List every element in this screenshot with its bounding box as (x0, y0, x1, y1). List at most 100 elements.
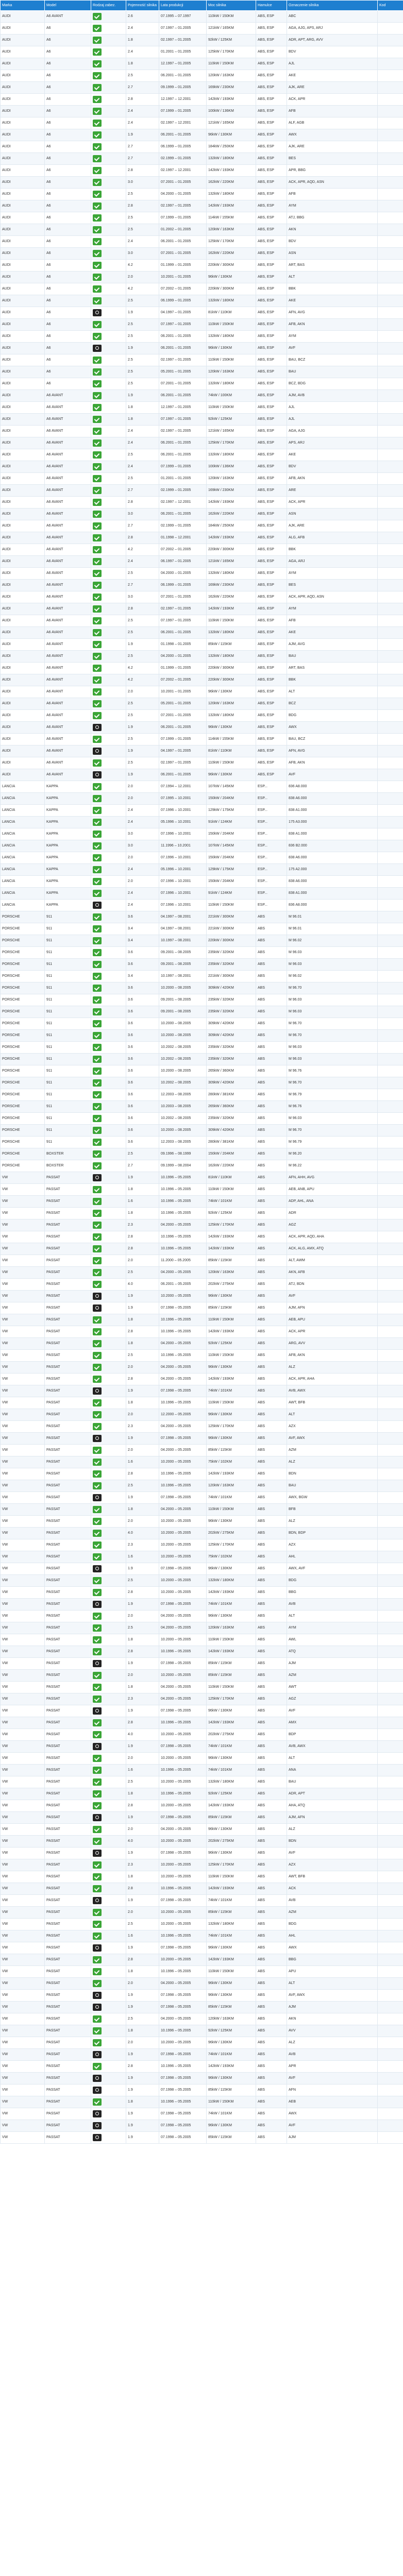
cell-model: PASSAT (44, 1918, 91, 1930)
cell-engine-text: 4.0 (128, 1531, 133, 1535)
cell-years-text: 10.1996 – 05.2005 (161, 1401, 191, 1404)
cell-brakes: ABS (256, 1444, 287, 1456)
cell-brand-text: VW (2, 1342, 8, 1345)
cell-code (377, 970, 403, 982)
cell-brakes: ABS (256, 1586, 287, 1599)
cell-engine-code-text: ACK, APR (289, 97, 306, 101)
check-icon (93, 1115, 102, 1122)
cell-engine-code-text: AFN, AVG (289, 749, 305, 753)
cell-brakes-text: ABS (258, 1697, 265, 1701)
cell-years-text: 07.1998 – 05.2005 (161, 1389, 191, 1393)
cell-brakes: ABS (256, 1207, 287, 1219)
cell-brand-text: VW (2, 2088, 8, 2092)
cell-model: PASSAT (44, 1361, 91, 1374)
cell-brand: VW (0, 1728, 45, 1741)
cell-model: 911 (44, 935, 91, 947)
cell-engine-code-text: AVB (289, 1899, 296, 1902)
cell-power: 91kW / 124KM (206, 887, 256, 900)
header-power[interactable]: Moc silnika (206, 0, 256, 11)
cell-protection (91, 2048, 126, 2061)
cell-years-text: 07.1998 – 05.2005 (161, 2076, 191, 2080)
cell-protection (91, 1385, 126, 1397)
cell-engine-code: AHA, ATQ (287, 1800, 378, 1812)
header-model[interactable]: Model (44, 0, 91, 11)
cell-power: 110kW / 150KM (206, 58, 256, 70)
cell-engine-text: 2.4 (128, 429, 133, 433)
cell-brand: PORSCHE (0, 1124, 45, 1137)
cell-engine: 3.6 (126, 946, 159, 959)
cell-years: 09.1999 – 08.2004 (159, 1160, 207, 1172)
cell-brand-text: VW (2, 2017, 8, 2021)
cell-years-text: 07.1998 – 05.2005 (161, 2136, 191, 2139)
check-icon (93, 155, 102, 162)
cell-engine-code: AFN (287, 2084, 378, 2096)
header-brakes[interactable]: Hamulce (256, 0, 287, 11)
check-icon (93, 937, 102, 944)
cell-model-text: PASSAT (46, 1247, 60, 1250)
cell-power: 121kW / 165KM (206, 117, 256, 129)
cell-power-text: 96kW / 130KM (208, 1993, 232, 1997)
cell-protection (91, 1942, 126, 1954)
cell-engine: 2.7 (126, 81, 159, 94)
header-protection[interactable]: Rodzaj zabez. (91, 0, 126, 11)
cell-brand-text: VW (2, 1958, 8, 1961)
cell-model-text: PASSAT (46, 2017, 60, 2021)
header-brand[interactable]: Marka (0, 0, 45, 11)
table-row: VW PASSAT 1.8 04.2000 – 05.2005 92kW / 125KM… (0, 1337, 403, 1350)
cell-brakes-text: ABS, ESP (258, 133, 274, 137)
cell-model: PASSAT (44, 1965, 91, 1978)
cell-power: 121kW / 165KM (206, 425, 256, 437)
check-icon (93, 949, 102, 956)
cell-years-text: 06.2001 – 01.2005 (161, 773, 191, 776)
cell-model: A6 (44, 141, 91, 153)
check-icon (93, 878, 102, 885)
cell-power: 85kW / 115KM (206, 2084, 256, 2096)
table-row: AUDI A6 2.4 07.1999 – 01.2005 100kW / 136KM A… (0, 105, 403, 117)
cell-engine-code: AVF, AWX (287, 1989, 378, 2002)
cell-engine-code-text: AHL (289, 1555, 296, 1558)
check-icon (93, 854, 102, 861)
cell-power-text: 132kW / 180KM (208, 1579, 234, 1582)
cell-engine-code: BDP (287, 1728, 378, 1741)
cell-years: 02.1997 – 01.2005 (159, 757, 207, 769)
cell-engine-code-text: BAU (289, 370, 296, 374)
cell-engine-code-text: BDV (289, 465, 296, 468)
cell-model-text: PASSAT (46, 1484, 60, 1487)
table-row: AUDI A6 2.0 10.2001 – 01.2005 96kW / 130KM AB… (0, 271, 403, 283)
cell-power-text: 110kW / 150KM (208, 62, 234, 65)
cell-brand: VW (0, 2084, 45, 2096)
cell-model-text: PASSAT (46, 1602, 60, 1606)
cell-brakes: ABS (256, 2060, 287, 2073)
check-icon (93, 1624, 102, 1632)
cell-engine-text: 2.0 (128, 1614, 133, 1618)
cell-brand: AUDI (0, 591, 45, 603)
cell-engine-code-text: AFB (289, 109, 296, 113)
cell-power: 202kW / 275KM (206, 1278, 256, 1291)
header-years[interactable]: Lata produkcji (159, 0, 207, 11)
header-engine-code[interactable]: Oznaczenie silnika (287, 0, 378, 11)
cell-engine-text: 2.4 (128, 121, 133, 125)
check-icon (93, 1222, 102, 1229)
cell-years-text: 04.2000 – 05.2005 (161, 1425, 191, 1428)
cell-brand: AUDI (0, 698, 45, 710)
cell-engine-text: 1.8 (128, 1685, 133, 1689)
cell-years-text: 09.2001 – 08.2005 (161, 1010, 191, 1013)
cell-years-text: 04.2000 – 05.2005 (161, 1377, 191, 1381)
cell-brand-text: PORSCHE (2, 974, 20, 978)
table-row: AUDI A6 AVANT 2.5 06.2001 – 01.2005 132kW / … (0, 449, 403, 461)
cell-brakes-text: ABS, ESP (258, 157, 274, 160)
cell-engine-code-text: AYM (289, 1626, 296, 1630)
header-engine[interactable]: Pojemność silnika (126, 0, 159, 11)
header-code[interactable]: Kod (377, 0, 403, 11)
cell-brand-text: VW (2, 1282, 8, 1286)
cell-code (377, 484, 403, 497)
cell-power: 142kW / 193KM (206, 1231, 256, 1243)
cell-protection (91, 1705, 126, 1717)
cell-code (377, 318, 403, 331)
cell-power-text: 142kW / 193KM (208, 1958, 234, 1961)
cell-engine-code: AGA, AJG, APS, ARJ (287, 22, 378, 35)
cell-code (377, 354, 403, 366)
cell-code (377, 472, 403, 485)
cell-years-text: 10.2000 – 05.2005 (161, 1780, 191, 1784)
cell-years: 07.2002 – 01.2005 (159, 674, 207, 686)
